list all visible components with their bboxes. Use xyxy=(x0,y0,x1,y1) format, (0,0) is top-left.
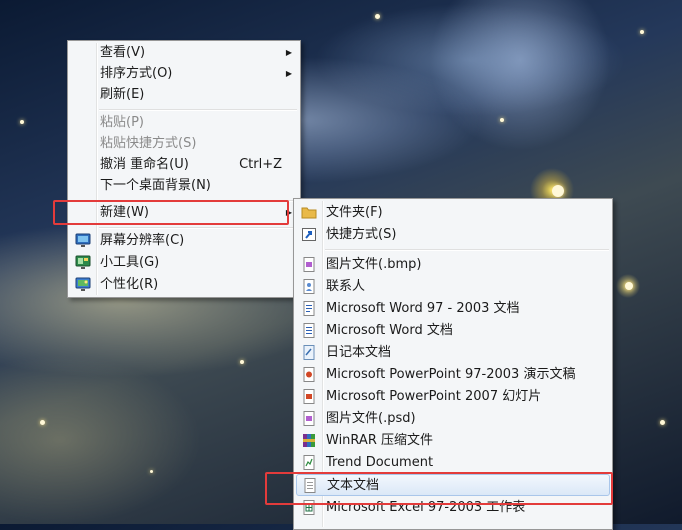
submenu-item-folder-label: 文件夹(F) xyxy=(326,205,383,220)
submenu-item-psd[interactable]: 图片文件(.psd) xyxy=(296,408,610,429)
display-icon xyxy=(75,233,91,248)
submenu-item-journal[interactable]: 日记本文档 xyxy=(296,342,610,363)
shortcut-text: Ctrl+Z xyxy=(239,157,282,172)
background-star xyxy=(625,282,633,290)
submenu-item-contact-label: 联系人 xyxy=(326,279,366,294)
menu-item-paste-shortcut-label: 粘贴快捷方式(S) xyxy=(100,136,197,151)
text-document-highlight-box xyxy=(265,472,613,505)
menu-separator xyxy=(325,249,609,251)
winrar-icon xyxy=(301,433,317,448)
background-star xyxy=(500,118,504,122)
pptx-icon xyxy=(301,389,317,404)
background-star xyxy=(640,30,644,34)
background-star xyxy=(660,420,665,425)
background-star xyxy=(20,120,24,124)
bmp-file-icon xyxy=(301,257,317,272)
menu-item-sort-by[interactable]: 排序方式(O) ▶ xyxy=(70,63,298,84)
menu-item-screen-resolution[interactable]: 屏幕分辨率(C) xyxy=(70,230,298,251)
menu-item-next-desktop-background-label: 下一个桌面背景(N) xyxy=(100,178,211,193)
menu-item-next-desktop-background[interactable]: 下一个桌面背景(N) xyxy=(70,175,298,196)
personalize-icon xyxy=(75,277,91,292)
background-star xyxy=(552,185,564,197)
background-star xyxy=(375,14,380,19)
menu-item-refresh[interactable]: 刷新(E) xyxy=(70,84,298,105)
desktop-context-menu: 查看(V) ▶ 排序方式(O) ▶ 刷新(E) 粘贴(P) 粘贴快捷方式(S) … xyxy=(67,40,301,298)
submenu-item-shortcut[interactable]: 快捷方式(S) xyxy=(296,224,610,245)
menu-item-undo-rename-label: 撤消 重命名(U) xyxy=(100,157,189,172)
menu-item-undo-rename[interactable]: 撤消 重命名(U) Ctrl+Z xyxy=(70,154,298,175)
gadgets-icon xyxy=(75,255,91,270)
submenu-item-trend-document[interactable]: Trend Document xyxy=(296,452,610,473)
background-star xyxy=(150,470,153,473)
submenu-arrow-icon: ▶ xyxy=(285,48,292,57)
submenu-item-trend-document-label: Trend Document xyxy=(326,455,434,470)
submenu-item-winrar-label: WinRAR 压缩文件 xyxy=(326,433,433,448)
menu-separator xyxy=(99,109,297,111)
menu-item-gadgets-label: 小工具(G) xyxy=(100,255,160,270)
submenu-item-journal-label: 日记本文档 xyxy=(326,345,392,360)
psd-file-icon xyxy=(301,411,317,426)
shortcut-icon xyxy=(301,227,317,242)
word-doc-icon xyxy=(301,301,317,316)
menu-separator xyxy=(99,227,297,229)
submenu-item-psd-label: 图片文件(.psd) xyxy=(326,411,416,426)
menu-item-gadgets[interactable]: 小工具(G) xyxy=(70,252,298,273)
word-docx-icon xyxy=(301,323,317,338)
menu-item-personalize-label: 个性化(R) xyxy=(100,277,159,292)
ppt-icon xyxy=(301,367,317,382)
journal-icon xyxy=(301,345,317,360)
menu-item-paste-shortcut[interactable]: 粘贴快捷方式(S) xyxy=(70,133,298,154)
trend-doc-icon xyxy=(301,455,317,470)
submenu-item-word-97-2003[interactable]: Microsoft Word 97 - 2003 文档 xyxy=(296,298,610,319)
submenu-item-bmp[interactable]: 图片文件(.bmp) xyxy=(296,254,610,275)
submenu-item-word-label: Microsoft Word 文档 xyxy=(326,323,453,338)
submenu-item-ppt-97-2003[interactable]: Microsoft PowerPoint 97-2003 演示文稿 xyxy=(296,364,610,385)
contact-icon xyxy=(301,279,317,294)
submenu-item-shortcut-label: 快捷方式(S) xyxy=(326,227,397,242)
submenu-item-ppt-2007[interactable]: Microsoft PowerPoint 2007 幻灯片 xyxy=(296,386,610,407)
menu-item-sort-by-label: 排序方式(O) xyxy=(100,66,173,81)
menu-item-personalize[interactable]: 个性化(R) xyxy=(70,274,298,295)
menu-item-view[interactable]: 查看(V) ▶ xyxy=(70,42,298,63)
submenu-arrow-icon: ▶ xyxy=(285,69,292,78)
submenu-item-folder[interactable]: 文件夹(F) xyxy=(296,202,610,223)
submenu-item-winrar[interactable]: WinRAR 压缩文件 xyxy=(296,430,610,451)
menu-item-paste[interactable]: 粘贴(P) xyxy=(70,112,298,133)
menu-item-paste-label: 粘贴(P) xyxy=(100,115,144,130)
submenu-item-word[interactable]: Microsoft Word 文档 xyxy=(296,320,610,341)
new-item-highlight-box xyxy=(53,200,289,225)
menu-item-screen-resolution-label: 屏幕分辨率(C) xyxy=(100,233,185,248)
submenu-item-contact[interactable]: 联系人 xyxy=(296,276,610,297)
submenu-item-ppt-97-2003-label: Microsoft PowerPoint 97-2003 演示文稿 xyxy=(326,367,576,382)
background-star xyxy=(40,420,45,425)
menu-item-refresh-label: 刷新(E) xyxy=(100,87,145,102)
menu-item-view-label: 查看(V) xyxy=(100,45,146,60)
folder-icon xyxy=(301,205,317,220)
submenu-item-ppt-2007-label: Microsoft PowerPoint 2007 幻灯片 xyxy=(326,389,542,404)
submenu-item-word-97-2003-label: Microsoft Word 97 - 2003 文档 xyxy=(326,301,520,316)
submenu-item-bmp-label: 图片文件(.bmp) xyxy=(326,257,422,272)
background-star xyxy=(240,360,244,364)
